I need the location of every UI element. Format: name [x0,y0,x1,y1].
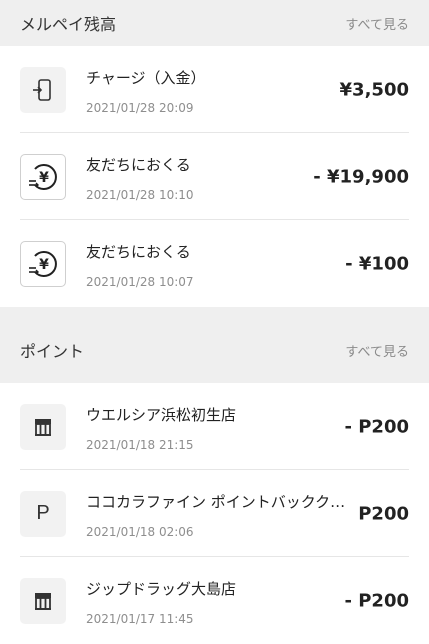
transaction-row[interactable]: ジップドラッグ大島店 2021/01/17 11:45 - P200 [0,557,429,644]
transaction-title: 友だちにおくる [86,243,191,261]
balance-section-title: メルペイ残高 [20,15,117,34]
transaction-amount: - P200 [344,590,409,611]
transaction-date: 2021/01/28 10:10 [86,188,194,202]
svg-text:¥: ¥ [39,257,49,273]
transaction-row[interactable]: チャージ（入金） 2021/01/28 20:09 ¥3,500 [0,46,429,133]
balance-see-all-link[interactable]: すべて見る [345,14,409,33]
transaction-amount: - P200 [344,416,409,437]
transaction-row[interactable]: ¥ 友だちにおくる 2021/01/28 10:07 - ¥100 [0,220,429,307]
transaction-date: 2021/01/18 02:06 [86,525,194,539]
point-section-title: ポイント [20,342,85,361]
store-icon [20,403,66,450]
transaction-amount: P200 [358,503,409,524]
point-section: ポイント すべて見る ウエルシア浜松初生店 2021/01/18 21:15 -… [0,307,429,644]
transaction-title: ココカラファイン ポイントバックク… [86,493,346,511]
yen-send-icon: ¥ [20,153,66,200]
transaction-row[interactable]: P ココカラファイン ポイントバックク… 2021/01/18 02:06 P2… [0,470,429,557]
transaction-title: 友だちにおくる [86,156,191,174]
transaction-amount: ¥3,500 [339,79,409,100]
transaction-date: 2021/01/17 11:45 [86,612,194,626]
phone-charge-icon [20,66,66,113]
transaction-date: 2021/01/28 10:07 [86,275,194,289]
balance-section: メルペイ残高 すべて見る チャージ（入金） 2021/01/28 20:09 ¥… [0,0,429,307]
transaction-title: チャージ（入金） [86,69,206,87]
transaction-title: ジップドラッグ大島店 [86,580,237,598]
svg-text:¥: ¥ [39,170,49,186]
transaction-amount: - ¥19,900 [313,166,409,187]
transaction-title: ウエルシア浜松初生店 [86,406,237,424]
point-section-header: ポイント すべて見る [0,307,429,383]
transaction-date: 2021/01/18 21:15 [86,438,194,452]
point-see-all-link[interactable]: すべて見る [345,341,409,360]
balance-list: チャージ（入金） 2021/01/28 20:09 ¥3,500 ¥ 友だちにお… [0,46,429,307]
balance-section-header: メルペイ残高 すべて見る [0,0,429,46]
point-p-icon: P [20,490,66,537]
yen-send-icon: ¥ [20,240,66,287]
point-list: ウエルシア浜松初生店 2021/01/18 21:15 - P200 P ココカ… [0,383,429,644]
transaction-row[interactable]: ¥ 友だちにおくる 2021/01/28 10:10 - ¥19,900 [0,133,429,220]
point-p-letter: P [36,502,50,524]
transaction-amount: - ¥100 [345,253,409,274]
transaction-row[interactable]: ウエルシア浜松初生店 2021/01/18 21:15 - P200 [0,383,429,470]
store-icon [20,577,66,624]
transaction-date: 2021/01/28 20:09 [86,101,194,115]
